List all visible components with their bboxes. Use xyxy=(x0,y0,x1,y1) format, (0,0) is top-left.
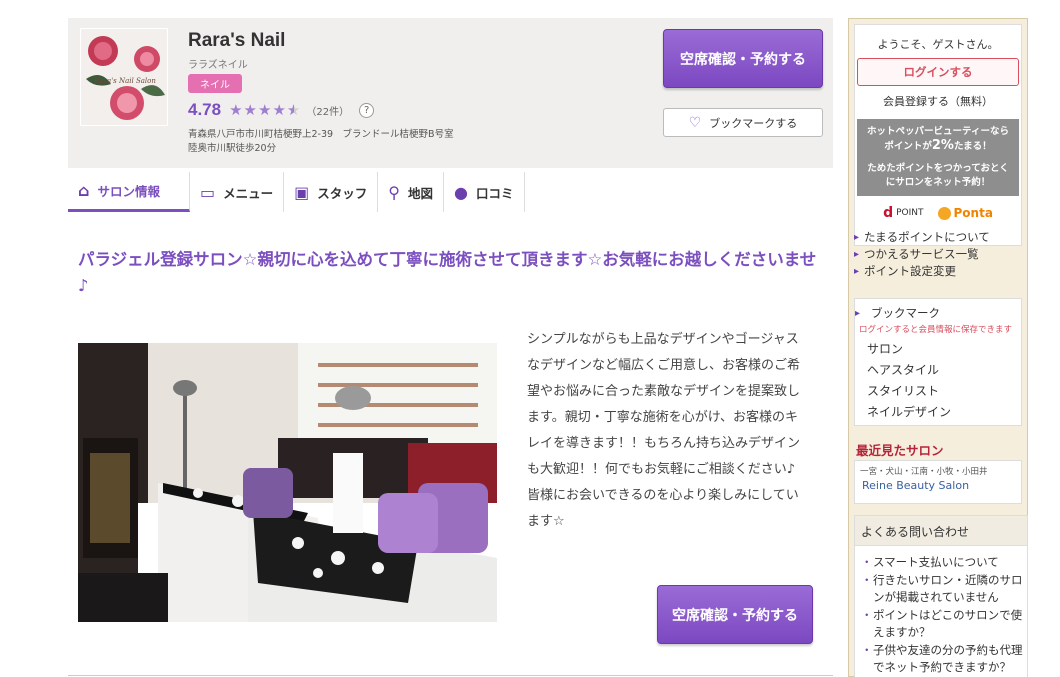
salon-tabs: ⌂ サロン情報 ▭ メニュー ▣ スタッフ ⚲ 地図 ● 口コミ xyxy=(68,172,525,212)
heart-icon: ♡ xyxy=(688,114,702,131)
dpoint-logo: d POINT xyxy=(883,205,924,221)
ponta-logo: Ponta xyxy=(937,206,993,220)
point-logos: d POINT Ponta xyxy=(855,205,1021,221)
staff-card-icon: ▣ xyxy=(294,182,310,202)
star-icon: ★ xyxy=(243,100,257,119)
tab-label: メニュー xyxy=(223,185,274,201)
salon-address: 青森県八戸市市川町桔梗野上2-39 ブランドール桔梗野B号室 陸奥市川駅徒歩20… xyxy=(188,128,454,156)
recent-salon-card[interactable]: 一宮・犬山・江南・小牧・小田井 Reine Beauty Salon xyxy=(854,460,1022,504)
bookmark-title-link[interactable]: ブックマーク xyxy=(855,299,1021,322)
tab-label: 口コミ xyxy=(475,185,514,201)
points-services-link[interactable]: つかえるサービス一覧 xyxy=(854,246,1022,263)
speech-bubble-icon: ● xyxy=(454,182,468,202)
star-half-icon: ★ xyxy=(286,100,301,119)
tab-staff[interactable]: ▣ スタッフ xyxy=(284,172,379,212)
bookmark-note: ログインすると会員情報に保存できます xyxy=(859,325,1013,335)
bookmark-box: ブックマーク ログインすると会員情報に保存できます サロン ヘアスタイル スタイ… xyxy=(854,298,1022,426)
sidebar: ようこそ、ゲストさん。 ログインする 会員登録する（無料） ホットペッパービュー… xyxy=(848,18,1028,677)
bookmark-salon-link[interactable]: サロン xyxy=(855,339,1021,360)
bookmark-hairstyle-link[interactable]: ヘアスタイル xyxy=(855,360,1021,381)
bookmark-button-label: ブックマークする xyxy=(709,116,798,130)
star-icon: ★ xyxy=(229,100,243,119)
faq-item[interactable]: ポイントはどこのサロンで使えますか？ xyxy=(861,607,1023,642)
login-button[interactable]: ログインする xyxy=(857,58,1019,86)
register-link[interactable]: 会員登録する（無料） xyxy=(855,93,1021,109)
salon-kana: ララズネイル xyxy=(188,60,248,71)
faq-title: よくある問い合わせ xyxy=(855,516,1027,546)
bookmark-button[interactable]: ♡ ブックマークする xyxy=(663,108,823,137)
address-line: 青森県八戸市市川町桔梗野上2-39 ブランドール桔梗野B号室 xyxy=(188,129,454,140)
tab-map[interactable]: ⚲ 地図 xyxy=(378,172,445,212)
salon-thumbnail[interactable]: Rara's Nail Salon xyxy=(80,28,168,126)
faq-item[interactable]: 行きたいサロン・近隣のサロンが掲載されていません xyxy=(861,572,1023,607)
rating-stars: ★ ★ ★ ★ ★ xyxy=(229,100,301,119)
access-line: 陸奥市川駅徒歩20分 xyxy=(188,143,277,154)
home-icon: ⌂ xyxy=(78,181,90,200)
salon-header: Rara's Nail Salon Rara's Nail ララズネイル ネイル… xyxy=(68,18,833,168)
catch-copy: パラジェル登録サロン☆親切に心を込めて丁寧に施術させて頂きます☆お気軽にお越しく… xyxy=(78,250,817,295)
faq-box: よくある問い合わせ スマート支払いについて 行きたいサロン・近隣のサロンが掲載さ… xyxy=(854,515,1028,677)
menu-book-icon: ▭ xyxy=(200,182,216,202)
reserve-button-bottom[interactable]: 空席確認・予約する xyxy=(657,585,813,644)
bookmark-stylist-link[interactable]: スタイリスト xyxy=(855,381,1021,402)
genre-badge: ネイル xyxy=(188,74,242,93)
map-pin-icon: ⚲ xyxy=(388,182,400,202)
welcome-box: ようこそ、ゲストさん。 ログインする 会員登録する（無料） ホットペッパービュー… xyxy=(854,24,1022,246)
ponta-icon xyxy=(937,206,951,220)
bookmark-naildesign-link[interactable]: ネイルデザイン xyxy=(855,402,1021,423)
tab-menu[interactable]: ▭ メニュー xyxy=(190,172,285,212)
content-divider xyxy=(68,675,833,676)
recent-salons-title: 最近見たサロン xyxy=(856,443,944,458)
points-links: たまるポイントについて つかえるサービス一覧 ポイント設定変更 xyxy=(854,229,1022,280)
promo-line: にサロンをネット予約！ xyxy=(885,177,991,188)
salon-interior-photo xyxy=(78,343,497,622)
promo-line: ためたポイントをつかっておとく xyxy=(867,163,1009,174)
tab-label: 地図 xyxy=(408,185,434,201)
tab-label: サロン情報 xyxy=(97,184,160,199)
review-count-link[interactable]: （22件） xyxy=(306,103,349,118)
tab-salon-info[interactable]: ⌂ サロン情報 xyxy=(68,172,190,212)
tab-label: スタッフ xyxy=(317,185,368,201)
star-icon: ★ xyxy=(258,100,272,119)
recent-salon-name[interactable]: Reine Beauty Salon xyxy=(855,477,1021,492)
points-settings-link[interactable]: ポイント設定変更 xyxy=(854,263,1022,280)
points-about-link[interactable]: たまるポイントについて xyxy=(854,229,1022,246)
faq-item[interactable]: スマート支払いについて xyxy=(861,554,1023,572)
reserve-button-top[interactable]: 空席確認・予約する xyxy=(663,29,823,88)
recent-salon-area: 一宮・犬山・江南・小牧・小田井 xyxy=(860,467,988,477)
help-icon[interactable]: ? xyxy=(359,102,375,118)
tab-reviews[interactable]: ● 口コミ xyxy=(444,172,525,212)
salon-name: Rara's Nail xyxy=(188,30,286,51)
rating-value: 4.78 xyxy=(188,100,222,119)
star-icon: ★ xyxy=(272,100,286,119)
thumb-logo-text: Rara's Nail Salon xyxy=(93,77,156,85)
promo-line: ポイントが2%たまる！ xyxy=(884,138,992,153)
faq-list: スマート支払いについて 行きたいサロン・近隣のサロンが掲載されていません ポイン… xyxy=(855,546,1027,677)
promo-line: ホットペッパービューティーなら xyxy=(867,126,1009,137)
points-promo-banner[interactable]: ホットペッパービューティーなら ポイントが2%たまる！ ためたポイントをつかって… xyxy=(857,119,1019,196)
salon-description: シンプルながらも上品なデザインやゴージャスなデザインなど幅広くご用意し、お客様の… xyxy=(527,332,801,529)
welcome-text: ようこそ、ゲストさん。 xyxy=(877,38,999,51)
rating-row: 4.78 ★ ★ ★ ★ ★ （22件） ? xyxy=(188,100,375,120)
faq-item[interactable]: 子供や友達の分の予約も代理でネット予約できますか？ xyxy=(861,642,1023,677)
